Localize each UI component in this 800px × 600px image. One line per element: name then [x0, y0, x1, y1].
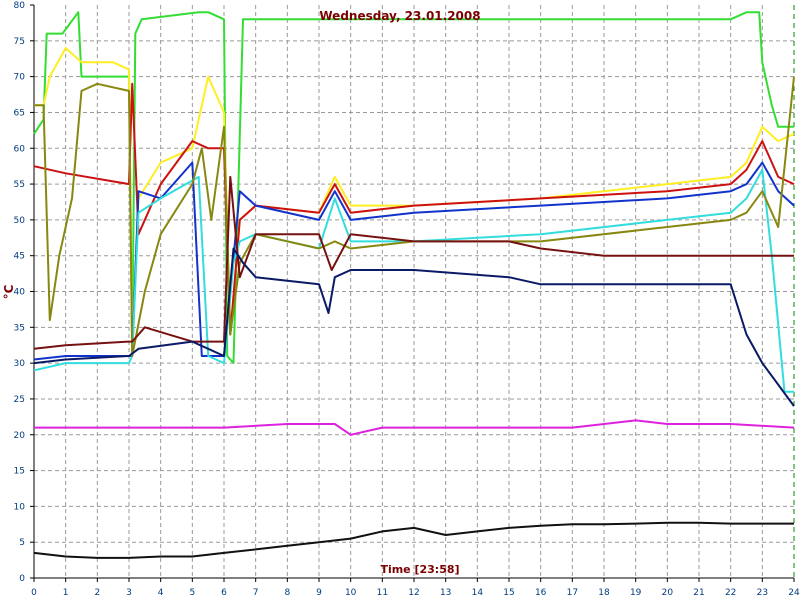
x-tick-label: 1	[63, 588, 69, 598]
y-tick-label: 25	[14, 395, 25, 405]
x-tick-label: 3	[126, 588, 132, 598]
x-tick-label: 9	[316, 588, 322, 598]
y-tick-label: 50	[14, 216, 26, 226]
grid	[34, 5, 794, 578]
line-chart: 0 1 2 3 4 5 6 7 8 9 10 11 12 13 14 15 16 17 18 19 20 21 22 23 24…	[2, 1, 800, 598]
x-tick-label: 24	[788, 588, 800, 598]
x-tick-label: 16	[535, 588, 547, 598]
x-tick-label: 2	[94, 588, 100, 598]
y-tick-label: 75	[14, 37, 25, 47]
x-tick-label: 23	[757, 588, 768, 598]
y-tick-label: 10	[14, 502, 26, 512]
x-tick-label: 19	[630, 588, 642, 598]
chart-title: Wednesday, 23.01.2008	[319, 9, 480, 23]
x-tick-label: 11	[377, 588, 388, 598]
y-tick-label: 65	[14, 108, 25, 118]
y-tick-label: 70	[14, 73, 26, 83]
x-tick-label: 8	[284, 588, 290, 598]
y-tick-label: 5	[19, 538, 25, 548]
y-tick-label: 45	[14, 252, 25, 262]
y-tick-label: 15	[14, 467, 25, 477]
series-line-2	[34, 47, 795, 350]
x-tick-label: 5	[189, 588, 195, 598]
y-tick-label: 20	[14, 431, 26, 441]
x-tick-label: 12	[408, 588, 419, 598]
x-tick-label: 22	[725, 588, 736, 598]
x-tick-label: 10	[345, 588, 357, 598]
x-tick-label: 18	[598, 588, 610, 598]
x-tick-label: 4	[158, 588, 164, 598]
x-tick-label: 21	[693, 588, 704, 598]
x-axis-label: Time [23:58]	[380, 563, 459, 576]
y-tick-label: 55	[14, 180, 25, 190]
x-tick-label: 13	[440, 588, 451, 598]
x-tick-label: 20	[662, 588, 674, 598]
y-tick-label: 60	[14, 144, 26, 154]
y-tick-label: 35	[14, 323, 25, 333]
x-tick-label: 0	[31, 588, 37, 598]
y-tick-label: 30	[14, 359, 26, 369]
y-axis-label: °C	[2, 284, 16, 299]
x-tick-label: 17	[567, 588, 578, 598]
y-tick-label: 0	[19, 574, 25, 584]
x-tick-label: 14	[472, 588, 484, 598]
x-tick-label: 15	[503, 588, 514, 598]
y-tick-label: 80	[14, 1, 26, 11]
x-tick-label: 7	[253, 588, 259, 598]
x-tick-label: 6	[221, 588, 227, 598]
